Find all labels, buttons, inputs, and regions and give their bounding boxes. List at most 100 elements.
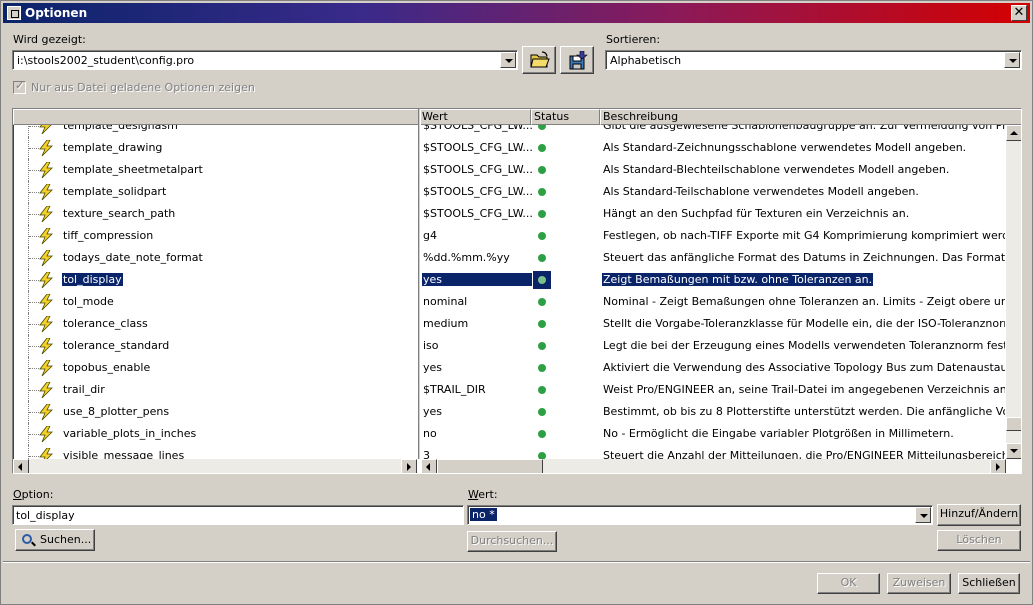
status-dot-icon xyxy=(538,254,546,262)
shown-file-value: i:\stools2002_student\config.pro xyxy=(17,54,195,67)
option-description: Aktiviert die Verwendung des Associative… xyxy=(603,361,1005,374)
option-bolt-icon xyxy=(37,403,55,423)
option-bolt-icon xyxy=(37,315,55,335)
option-bolt-icon xyxy=(37,125,55,137)
status-dot-icon xyxy=(538,364,546,372)
footer-divider xyxy=(3,561,1030,563)
option-wert: no xyxy=(423,427,437,440)
option-label: Option: xyxy=(13,488,54,501)
table-row[interactable]: template_designasm $STOOLS_CFG_LW... Gibt … xyxy=(13,125,1005,137)
table-row[interactable]: variable_plots_in_inches no No - Ermöglich… xyxy=(13,423,1005,445)
status-indicator xyxy=(533,293,551,311)
scroll-left-button[interactable] xyxy=(13,459,29,473)
search-button[interactable]: Suchen... xyxy=(15,529,95,551)
option-wert: $STOOLS_CFG_LW... xyxy=(423,125,532,132)
window-title: Optionen xyxy=(25,6,88,20)
browse-button[interactable]: Durchsuchen... xyxy=(467,531,557,552)
option-name: tolerance_standard xyxy=(63,339,170,352)
wert-select[interactable]: no * xyxy=(467,505,933,525)
option-wert: %dd.%mm.%yy xyxy=(423,251,510,264)
option-wert: yes xyxy=(423,361,443,374)
option-wert: $STOOLS_CFG_LW... xyxy=(423,141,532,154)
chevron-down-icon[interactable] xyxy=(1004,52,1020,68)
window-menu-icon[interactable] xyxy=(7,6,21,20)
vertical-scrollbar[interactable] xyxy=(1006,125,1021,459)
save-disk-icon xyxy=(569,51,588,70)
option-wert: $STOOLS_CFG_LW... xyxy=(423,185,532,198)
right-horizontal-scrollbar[interactable] xyxy=(421,459,1006,473)
option-description: Hängt an den Suchpfad für Texturen ein V… xyxy=(603,207,910,220)
pane-splitter[interactable] xyxy=(418,109,421,459)
table-row[interactable]: trail_dir $TRAIL_DIR Weist Pro/ENGINEER an… xyxy=(13,379,1005,401)
status-indicator xyxy=(533,359,551,377)
table-row[interactable]: template_solidpart $STOOLS_CFG_LW... Als S… xyxy=(13,181,1005,203)
column-header-status[interactable]: Status xyxy=(531,109,600,125)
option-wert: medium xyxy=(423,317,469,330)
table-row[interactable]: tolerance_standard iso Legt die bei der Er… xyxy=(13,335,1005,357)
chevron-down-icon[interactable] xyxy=(915,507,931,523)
vertical-scroll-thumb[interactable] xyxy=(1006,417,1021,431)
option-name: template_drawing xyxy=(63,141,163,154)
column-header-wert[interactable]: Wert xyxy=(419,109,531,125)
apply-button[interactable]: Zuweisen xyxy=(887,573,951,594)
option-bolt-icon xyxy=(37,161,55,181)
folder-open-icon xyxy=(530,51,550,68)
option-description: Steuert die Anzahl der Mitteilungen, die… xyxy=(603,449,1005,459)
table-row[interactable]: tiff_compression g4 Festlegen, ob nach-TIF… xyxy=(13,225,1005,247)
table-row[interactable]: tol_display yes Zeigt Bemaßungen mit bzw. … xyxy=(13,269,1005,291)
column-header-option[interactable] xyxy=(13,109,419,125)
option-description: Festlegen, ob nach-TIFF Exporte mit G4 K… xyxy=(603,229,1005,242)
shown-file-select[interactable]: i:\stools2002_student\config.pro xyxy=(12,50,518,70)
add-change-button[interactable]: Hinzuf/Ändern xyxy=(937,504,1021,526)
option-wert: $STOOLS_CFG_LW... xyxy=(423,163,532,176)
option-name: tiff_compression xyxy=(63,229,154,242)
close-window-button[interactable]: ✕ xyxy=(1011,5,1027,21)
options-rows: template_designasm $STOOLS_CFG_LW... Gibt … xyxy=(13,125,1005,459)
chevron-down-icon[interactable] xyxy=(500,52,516,68)
table-row[interactable]: tol_mode nominal Nominal - Zeigt Bemaßunge… xyxy=(13,291,1005,313)
scroll-right-button[interactable] xyxy=(990,459,1006,473)
column-header-beschreibung[interactable]: Beschreibung xyxy=(600,109,1021,125)
shown-label: Wird gezeigt: xyxy=(13,33,86,46)
table-row[interactable]: use_8_plotter_pens yes Bestimmt, ob bis zu… xyxy=(13,401,1005,423)
table-row[interactable]: tolerance_class medium Stellt die Vorgabe-… xyxy=(13,313,1005,335)
ok-button[interactable]: OK xyxy=(817,573,880,594)
option-description: Weist Pro/ENGINEER an, seine Trail-Datei… xyxy=(603,383,1005,396)
status-dot-icon xyxy=(538,386,546,394)
table-row[interactable]: texture_search_path $STOOLS_CFG_LW... Häng… xyxy=(13,203,1005,225)
scroll-left-button[interactable] xyxy=(421,459,437,473)
option-wert: nominal xyxy=(423,295,468,308)
option-value: tol_display xyxy=(16,509,75,522)
sort-select[interactable]: Alphabetisch xyxy=(605,50,1022,70)
option-name: template_designasm xyxy=(63,125,178,132)
status-dot-icon xyxy=(538,144,546,152)
save-file-button[interactable] xyxy=(560,46,594,74)
table-row[interactable]: todays_date_note_format %dd.%mm.%yy Steuer… xyxy=(13,247,1005,269)
scroll-up-button[interactable] xyxy=(1006,125,1021,141)
option-bolt-icon xyxy=(37,381,55,401)
table-row[interactable]: visible_message_lines 3 Steuert die Anzahl… xyxy=(13,445,1005,459)
table-row[interactable]: template_drawing $STOOLS_CFG_LW... Als Sta… xyxy=(13,137,1005,159)
left-horizontal-scrollbar[interactable] xyxy=(13,459,417,473)
options-dialog: Optionen ✕ Wird gezeigt: i:\stools2002_s… xyxy=(0,0,1033,605)
option-input[interactable]: tol_display xyxy=(12,505,464,525)
delete-button[interactable]: Löschen xyxy=(937,530,1021,551)
status-dot-icon xyxy=(538,298,546,306)
option-name: visible_message_lines xyxy=(63,449,185,459)
option-name: variable_plots_in_inches xyxy=(63,427,197,440)
option-bolt-icon xyxy=(37,271,55,291)
table-row[interactable]: template_sheetmetalpart $STOOLS_CFG_LW...… xyxy=(13,159,1005,181)
status-dot-icon xyxy=(538,320,546,328)
option-name: tolerance_class xyxy=(63,317,148,330)
table-row[interactable]: topobus_enable yes Aktiviert die Verwendun… xyxy=(13,357,1005,379)
status-indicator xyxy=(533,337,551,355)
status-indicator xyxy=(533,447,551,459)
option-bolt-icon xyxy=(37,139,55,159)
status-indicator xyxy=(533,205,551,223)
horizontal-scroll-thumb[interactable] xyxy=(437,459,543,473)
status-indicator xyxy=(533,425,551,443)
open-file-button[interactable] xyxy=(522,46,556,74)
close-button[interactable]: Schließen xyxy=(958,573,1020,594)
scroll-right-button[interactable] xyxy=(401,459,417,473)
scroll-down-button[interactable] xyxy=(1006,443,1021,459)
